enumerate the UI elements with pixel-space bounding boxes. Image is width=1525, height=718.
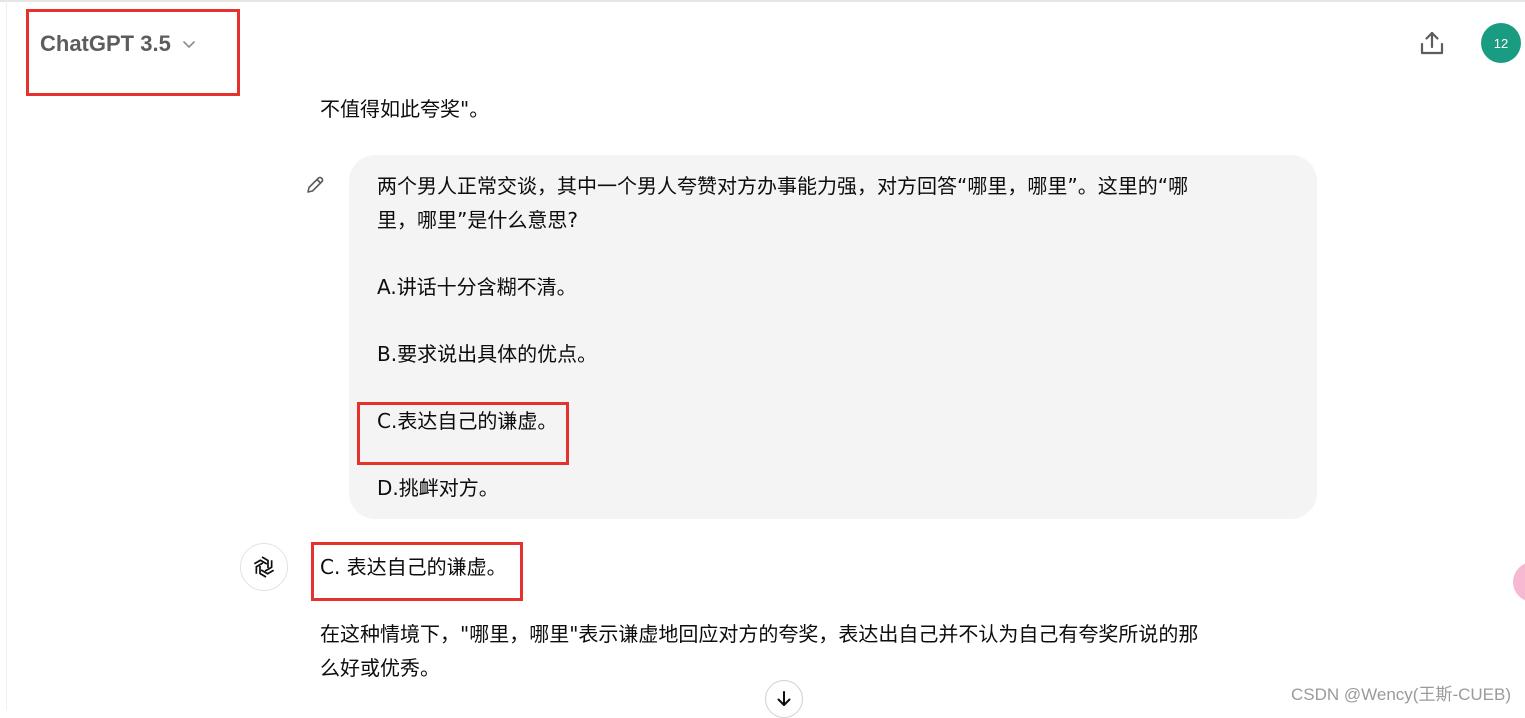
floating-widget[interactable] (1513, 562, 1525, 602)
avatar-text: 12 (1493, 35, 1509, 51)
question-line-2: 里，哪里”是什么意思? (377, 208, 578, 232)
answer-highlight-box (311, 542, 523, 601)
share-icon (1420, 31, 1444, 55)
model-highlight-box (26, 9, 240, 96)
assistant-explanation: 在这种情境下，"哪里，哪里"表示谦虚地回应对方的夸奖，表达出自己并不认为自己有夸… (320, 617, 1320, 685)
option-b: B.要求说出具体的优点。 (377, 342, 598, 366)
assistant-avatar (240, 543, 288, 591)
watermark: CSDN @Wency(王斯-CUEB) (1290, 685, 1511, 704)
previous-message-text: 不值得如此夸奖"。 (320, 97, 490, 121)
edit-message-button[interactable] (303, 173, 327, 197)
option-a: A.讲话十分含糊不清。 (377, 275, 577, 299)
arrow-down-icon (777, 691, 791, 706)
top-border (0, 0, 1525, 2)
openai-logo-icon (253, 556, 275, 578)
scroll-to-bottom-button[interactable] (765, 680, 803, 718)
share-button[interactable] (1414, 25, 1450, 61)
edit-icon (307, 176, 324, 193)
option-d: D.挑衅对方。 (377, 476, 499, 500)
question-line-1: 两个男人正常交谈，其中一个男人夸赞对方办事能力强，对方回答“哪里，哪里”。这里的… (377, 174, 1189, 198)
option-c-highlight-box (357, 402, 569, 465)
explanation-line-1: 在这种情境下，"哪里，哪里"表示谦虚地回应对方的夸奖，表达出自己并不认为自己有夸… (320, 622, 1199, 646)
user-avatar[interactable]: 12 (1481, 23, 1521, 63)
sidebar-edge (6, 0, 7, 710)
explanation-line-2: 么好或优秀。 (320, 656, 440, 680)
